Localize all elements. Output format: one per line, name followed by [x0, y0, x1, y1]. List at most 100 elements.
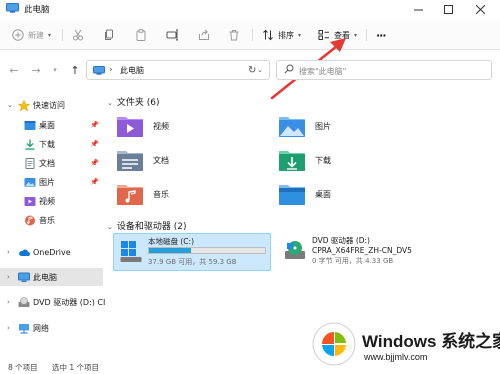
new-button[interactable]: 新建 ▾	[12, 26, 51, 44]
drives-section-header[interactable]: ⌄ 设备和驱动器 (2)	[107, 219, 187, 232]
rename-button[interactable]	[166, 26, 179, 44]
scissors-icon	[73, 29, 83, 41]
chevron-down-icon: ⌄	[107, 223, 113, 231]
watermark: Windows 系统之家 www.bjjmlv.com	[312, 322, 500, 366]
music-folder-icon	[117, 185, 143, 205]
folder-name: 图片	[315, 121, 331, 131]
new-label: 新建	[28, 30, 44, 40]
chevron-right-icon[interactable]: ›	[7, 298, 10, 306]
folders-section-header[interactable]: ⌄ 文件夹 (6)	[107, 95, 160, 108]
item-count: 8 个项目	[8, 363, 38, 372]
document-folder-icon	[117, 151, 143, 171]
sidebar-item-label: 网络	[33, 323, 49, 333]
chevron-down-icon[interactable]: ⌄	[257, 66, 263, 74]
drive-name: 本地磁盘 (C:)	[148, 237, 194, 246]
dvd-drive-icon	[18, 296, 30, 307]
minimize-icon	[413, 9, 423, 10]
star-icon	[18, 99, 30, 111]
chevron-down-icon[interactable]: ⌄	[7, 101, 13, 109]
forward-button[interactable]: →	[29, 63, 43, 77]
desktop-folder-icon	[279, 185, 305, 205]
network-icon	[19, 323, 29, 333]
recent-locations-button[interactable]: ▾	[48, 63, 62, 77]
maximize-button[interactable]	[434, 2, 462, 16]
cloud-icon	[19, 249, 30, 256]
folder-videos[interactable]: 视频	[116, 112, 169, 140]
picture-icon	[24, 177, 36, 187]
more-dots-icon: ···	[376, 28, 387, 42]
minimize-button[interactable]	[404, 2, 432, 16]
video-folder-icon	[117, 117, 143, 137]
chevron-right-icon[interactable]: ›	[7, 273, 10, 281]
pin-icon: 📌	[90, 140, 99, 148]
share-icon	[199, 29, 209, 40]
toolbar-divider	[252, 29, 253, 41]
download-folder-icon	[279, 151, 305, 171]
sidebar-item-documents[interactable]: 文档 📌	[0, 154, 103, 172]
watermark-brand: Windows 系统之家	[362, 332, 500, 351]
sidebar-item-label: 下载	[39, 139, 55, 149]
cut-button[interactable]	[72, 26, 84, 44]
navigation-pane: ⌄ 快速访问 桌面 📌 下载 📌 文档 📌 图片 📌 视频 音乐 › OneDr…	[0, 90, 106, 358]
chevron-down-icon: ▾	[53, 66, 57, 74]
dvd-drive-icon	[285, 241, 305, 259]
toolbar-divider	[62, 29, 63, 41]
sidebar-item-downloads[interactable]: 下载 📌	[0, 135, 103, 153]
sidebar-item-videos[interactable]: 视频	[0, 192, 103, 210]
folder-name: 下载	[315, 155, 331, 165]
selection-count: 选中 1 个项目	[52, 363, 100, 372]
desktop-folder-icon	[24, 120, 36, 130]
maximize-icon	[443, 4, 453, 14]
arrow-right-icon: →	[31, 63, 41, 77]
sidebar-item-network[interactable]: › 网络	[0, 319, 103, 337]
search-input[interactable]: 搜索"此电脑"	[276, 60, 492, 80]
drive-d[interactable]: DVD 驱动器 (D:) CPRA_X64FRE_ZH-CN_DV5 0 字节 …	[278, 233, 438, 271]
arrow-up-icon: ↑	[70, 63, 80, 77]
breadcrumb-this-pc[interactable]: 此电脑	[120, 65, 144, 76]
sidebar-item-label: 桌面	[39, 120, 55, 130]
sidebar-item-label: DVD 驱动器 (D:) CI	[33, 297, 106, 307]
sidebar-item-quick-access[interactable]: ⌄ 快速访问	[0, 96, 103, 114]
chevron-right-icon[interactable]: ›	[7, 248, 10, 256]
toolbar-divider	[366, 29, 367, 41]
refresh-button[interactable]: ↻	[248, 65, 256, 76]
sidebar-item-this-pc[interactable]: › 此电脑	[0, 268, 103, 286]
section-title: 文件夹 (6)	[116, 98, 160, 108]
up-button[interactable]: ↑	[68, 63, 82, 77]
drive-c[interactable]: 本地磁盘 (C:) 37.9 GB 可用，共 59.3 GB	[113, 233, 271, 271]
folder-name: 文档	[153, 155, 169, 165]
folder-downloads[interactable]: 下载	[278, 146, 331, 174]
drive-name: DVD 驱动器 (D:)	[312, 236, 370, 245]
section-title: 设备和驱动器 (2)	[116, 222, 187, 232]
share-button[interactable]	[198, 26, 210, 44]
copy-icon	[105, 29, 113, 40]
folder-desktop[interactable]: 桌面	[278, 180, 331, 208]
paste-button[interactable]	[135, 26, 147, 44]
delete-button[interactable]	[228, 26, 240, 44]
sidebar-item-music[interactable]: 音乐	[0, 211, 103, 229]
copy-button[interactable]	[103, 26, 115, 44]
close-button[interactable]	[466, 2, 494, 16]
paste-icon	[136, 29, 146, 41]
search-icon	[284, 64, 294, 74]
chevron-right-icon[interactable]: ›	[7, 324, 10, 332]
picture-folder-icon	[279, 117, 305, 137]
address-bar[interactable]: › 此电脑 ⌄	[86, 60, 270, 80]
windows-logo-icon	[312, 322, 356, 366]
window-title: 此电脑	[24, 5, 50, 15]
sidebar-item-desktop[interactable]: 桌面 📌	[0, 116, 103, 134]
arrow-left-icon: ←	[9, 63, 19, 77]
drive-usage-bar	[148, 247, 266, 254]
sidebar-item-label: 此电脑	[33, 272, 57, 282]
sidebar-item-dvd[interactable]: › DVD 驱动器 (D:) CI	[0, 293, 106, 311]
folder-pictures[interactable]: 图片	[278, 112, 331, 140]
more-options-button[interactable]: ···	[376, 26, 387, 44]
sidebar-item-pictures[interactable]: 图片 📌	[0, 173, 103, 191]
search-placeholder: 搜索"此电脑"	[299, 67, 347, 76]
back-button[interactable]: ←	[7, 63, 21, 77]
folder-documents[interactable]: 文档	[116, 146, 169, 174]
music-icon	[25, 215, 35, 225]
sidebar-item-onedrive[interactable]: › OneDrive	[0, 243, 103, 261]
folder-music[interactable]: 音乐	[116, 180, 169, 208]
refresh-icon: ↻	[248, 65, 257, 76]
